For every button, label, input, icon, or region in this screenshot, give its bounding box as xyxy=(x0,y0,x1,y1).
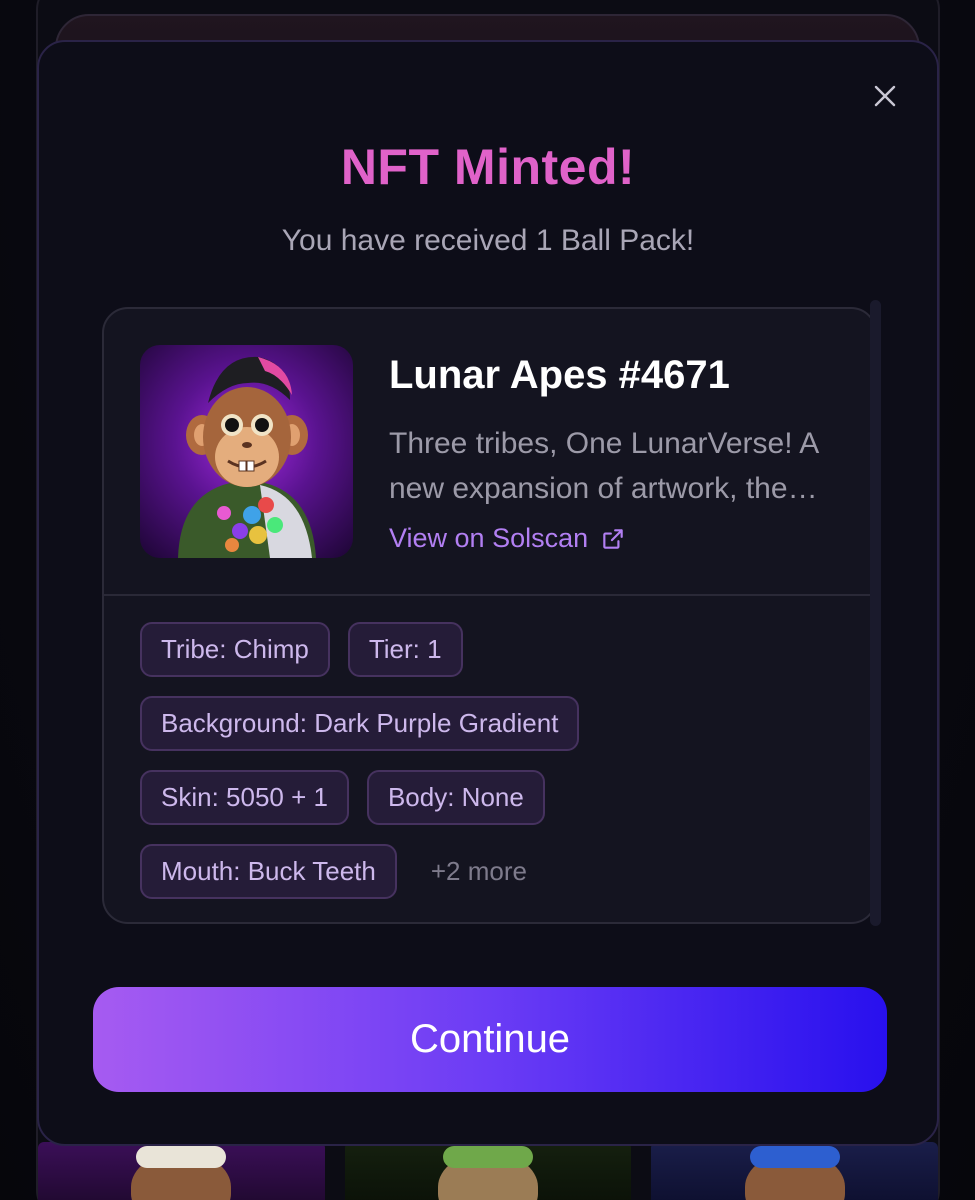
trait-chip-background: Background: Dark Purple Gradient xyxy=(140,696,580,751)
trait-chip-tier: Tier: 1 xyxy=(347,622,463,677)
modal-title: NFT Minted! xyxy=(340,139,636,195)
nft-image xyxy=(140,345,353,558)
ape-hat-art xyxy=(443,1146,533,1168)
thumbnail-2 xyxy=(344,1142,632,1200)
thumbnail-3 xyxy=(651,1142,939,1200)
solscan-link-label: View on Solscan xyxy=(389,523,589,553)
trait-chip-tribe: Tribe: Chimp xyxy=(140,622,330,677)
close-button[interactable] xyxy=(867,78,903,114)
close-icon xyxy=(874,85,896,107)
nft-name: Lunar Apes #4671 xyxy=(389,353,730,397)
trait-row: Tribe: Chimp Tier: 1 xyxy=(140,622,840,677)
nft-card: Lunar Apes #4671 Three tribes, One Lunar… xyxy=(102,307,877,924)
trait-row: Background: Dark Purple Gradient xyxy=(140,696,840,751)
trait-chip-body: Body: None xyxy=(366,770,545,825)
nft-minted-modal: NFT Minted! You have received 1 Ball Pac… xyxy=(37,40,939,1146)
trait-chip-skin: Skin: 5050 + 1 xyxy=(140,770,349,825)
thumbnail-1 xyxy=(38,1142,325,1200)
more-traits-label: +2 more xyxy=(430,856,527,886)
ape-artwork xyxy=(178,356,316,558)
ape-hair-art xyxy=(749,1146,840,1168)
card-divider xyxy=(104,594,875,596)
card-scrollbar[interactable] xyxy=(870,300,881,926)
background-thumbnails xyxy=(38,1142,939,1200)
view-on-solscan-link[interactable]: View on Solscan xyxy=(389,523,626,554)
trait-list: Tribe: Chimp Tier: 1 Background: Dark Pu… xyxy=(140,622,840,918)
ape-bandana-art xyxy=(136,1146,227,1168)
modal-subtitle: You have received 1 Ball Pack! xyxy=(281,224,695,257)
nft-description: Three tribes, One LunarVerse! A new expa… xyxy=(389,427,818,505)
trait-chip-mouth: Mouth: Buck Teeth xyxy=(140,844,397,899)
trait-row: Skin: 5050 + 1 Body: None xyxy=(140,770,840,825)
trait-row: Mouth: Buck Teeth +2 more xyxy=(140,844,840,899)
external-link-icon xyxy=(603,528,623,549)
continue-button[interactable]: Continue xyxy=(93,987,887,1092)
